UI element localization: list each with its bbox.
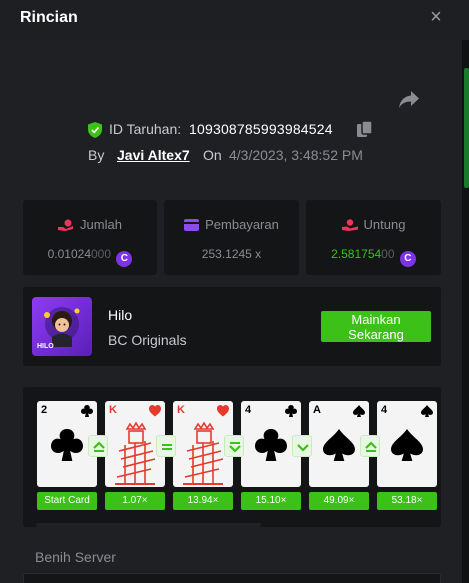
play-now-label-2: Sekarang (348, 327, 404, 342)
amount-main: 0.01024 (47, 247, 91, 261)
stat-payout-label: Pembayaran (164, 217, 299, 232)
wallet-icon (184, 219, 200, 231)
stat-profit-value: 2.58175400 C (306, 247, 441, 267)
club-large-icon (51, 429, 83, 461)
stat-payout-value: 253.1245 x (201, 247, 262, 261)
username-link[interactable]: Javi Altex7 (117, 147, 190, 163)
bet-id-label: ID Taruhan: (109, 121, 182, 137)
stat-profit-text: Untung (363, 217, 406, 232)
stat-profit-label: Untung (306, 217, 441, 232)
stat-amount-text: Jumlah (80, 217, 122, 232)
play-now-button[interactable]: Mainkan Sekarang (321, 311, 431, 342)
playing-card: 4 (377, 401, 437, 487)
card-multiplier: 13.94× (173, 492, 233, 510)
game-name: Hilo (108, 307, 133, 323)
bc-coin-icon: C (116, 251, 133, 267)
modal-title: Rincian (20, 9, 78, 26)
card-rank: 4 (245, 404, 252, 416)
scrollbar-thumb[interactable] (464, 68, 469, 188)
by-label: By (88, 147, 105, 163)
share-icon[interactable] (398, 89, 420, 109)
heart-icon (149, 405, 161, 417)
club-large-icon (255, 429, 287, 461)
server-seed-label: Benih Server (35, 549, 116, 565)
spade-large-icon (391, 429, 423, 461)
play-now-label-1: Mainkan (351, 312, 401, 327)
heart-icon (217, 405, 229, 417)
stat-amount-label: Jumlah (23, 217, 157, 232)
card-rank: 2 (41, 404, 48, 416)
card-multiplier: 49.09× (309, 492, 369, 510)
same-arrow-icon (156, 435, 176, 457)
club-icon (285, 405, 297, 417)
scrollbar[interactable] (462, 40, 469, 583)
card-multiplier: 1.07× (105, 492, 165, 510)
close-icon[interactable]: × (427, 7, 445, 27)
bet-timestamp: 4/3/2023, 3:48:52 PM (229, 147, 363, 163)
stat-amount-value: 0.01024000 C (23, 247, 157, 267)
profit-dim: 00 (381, 247, 395, 261)
amount-dim: 000 (91, 247, 112, 261)
card-rank: A (313, 404, 321, 416)
king-face-icon (183, 421, 224, 485)
king-face-icon (115, 421, 156, 485)
lower-arrow-icon (292, 435, 312, 457)
higher-or-same-arrow-icon (360, 435, 380, 457)
stat-payout: Pembayaran 253.1245 x (164, 200, 299, 275)
server-seed-field[interactable] (23, 573, 441, 583)
stat-payout-text: Pembayaran (205, 217, 279, 232)
spade-icon (421, 405, 433, 417)
game-provider: BC Originals (108, 332, 187, 348)
spade-large-icon (323, 429, 355, 461)
card-history-scrollbar[interactable] (36, 523, 261, 527)
card-multiplier: Start Card (37, 492, 97, 510)
game-thumbnail[interactable]: HILO (32, 297, 92, 356)
stat-amount: Jumlah 0.01024000 C (23, 200, 157, 275)
profit-main: 2.581754 (331, 247, 382, 261)
stat-profit: Untung 2.58175400 C (306, 200, 441, 275)
higher-or-same-arrow-icon (88, 435, 108, 457)
card-history: 2 Start Card K 1.07× K 13.94× 4 15.10× A 49.09× 4 5… (23, 387, 441, 527)
on-label: On (203, 147, 222, 163)
game-thumb-label: HILO (37, 343, 54, 350)
shield-check-icon (88, 122, 102, 138)
coin-hand-icon (58, 219, 74, 231)
bet-id-value: 109308785993984524 (189, 121, 333, 137)
card-rank: K (109, 404, 117, 416)
bc-coin-icon: C (399, 251, 416, 267)
card-multiplier: 53.18× (377, 492, 437, 510)
modal-header: Rincian × (0, 0, 469, 40)
club-icon (81, 405, 93, 417)
lower-or-same-arrow-icon (224, 435, 244, 457)
game-card: HILO Hilo BC Originals Mainkan Sekarang (23, 287, 441, 366)
profit-hand-icon (341, 219, 358, 231)
spade-icon (353, 405, 365, 417)
card-rank: 4 (381, 404, 388, 416)
card-multiplier: 15.10× (241, 492, 301, 510)
card-rank: K (177, 404, 185, 416)
copy-icon[interactable] (356, 120, 374, 138)
